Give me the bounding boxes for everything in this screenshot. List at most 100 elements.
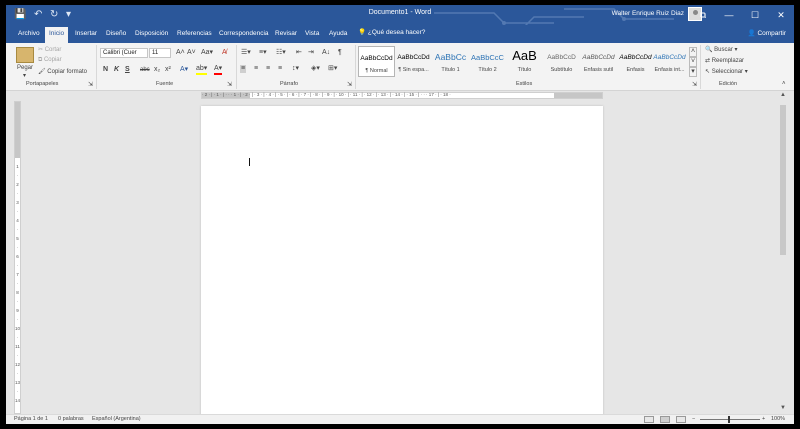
zoom-out-icon[interactable]: −	[692, 416, 695, 422]
tab-inicio[interactable]: Inicio	[45, 27, 69, 43]
zoom-slider-thumb[interactable]	[728, 416, 730, 423]
ruler-number: ·	[16, 263, 19, 268]
scroll-up-icon[interactable]: ▲	[779, 92, 787, 100]
align-left-icon[interactable]: ≡	[240, 65, 247, 73]
style-name: Título	[517, 67, 532, 73]
font-color-icon[interactable]: A▾	[214, 65, 223, 75]
select-button[interactable]: ↖ Seleccionar ▾	[705, 68, 748, 75]
tab-insertar[interactable]: Insertar	[71, 28, 101, 43]
shading-icon[interactable]: ◈▾	[311, 65, 320, 73]
share-button[interactable]: 👤 Compartir	[748, 29, 786, 37]
borders-icon[interactable]: ⊞▾	[328, 65, 337, 73]
bold-button[interactable]: N	[103, 66, 108, 74]
italic-button[interactable]: K	[114, 66, 119, 74]
find-button[interactable]: 🔍 Buscar ▾	[705, 46, 738, 53]
status-bar: Página 1 de 1 0 palabras Español (Argent…	[6, 414, 794, 424]
scrollbar-thumb[interactable]	[780, 105, 786, 255]
align-right-icon[interactable]: ≡	[266, 65, 270, 73]
format-painter-button[interactable]: 🖌 Copiar formato	[38, 68, 87, 75]
language-indicator[interactable]: Español (Argentina)	[92, 416, 141, 422]
title-bar: 💾 ↶ ↻ ▾ Documento1 - Word Walter Enrique…	[6, 5, 794, 28]
paste-dropdown-icon[interactable]: ▾	[23, 72, 26, 79]
shrink-font-icon[interactable]: A˅	[187, 49, 196, 57]
style-emphasis[interactable]: AaBbCcDd Énfasis	[617, 46, 654, 77]
justify-icon[interactable]: ≡	[278, 65, 282, 73]
styles-scroll-up-icon[interactable]: ˄	[689, 47, 697, 57]
horizontal-ruler[interactable]: · 2 · | · 1 · | · · · 1 · | · 2 · | · 3 …	[201, 92, 603, 99]
highlight-color-icon[interactable]: ab▾	[196, 65, 208, 75]
paste-button[interactable]: Pegar	[17, 65, 33, 71]
strikethrough-button[interactable]: abc	[140, 66, 150, 74]
vertical-ruler[interactable]: 1 · 2 · 3 · 4 · 5 · 6 · 7 · 8 · 9 · 10 ·…	[14, 101, 21, 414]
styles-launcher-icon[interactable]: ⇲	[692, 81, 697, 88]
clipboard-launcher-icon[interactable]: ⇲	[88, 81, 93, 88]
read-mode-button[interactable]	[644, 416, 654, 423]
print-layout-button[interactable]	[660, 416, 670, 423]
change-case-icon[interactable]: Aa▾	[201, 49, 213, 57]
collapse-ribbon-icon[interactable]: ˄	[782, 81, 786, 87]
web-layout-button[interactable]	[676, 416, 686, 423]
styles-more-icon[interactable]: ▾	[689, 67, 697, 77]
tab-referencias[interactable]: Referencias	[173, 28, 216, 43]
ribbon-display-options-button[interactable]: ⧉	[690, 5, 716, 25]
scroll-down-icon[interactable]: ▼	[779, 405, 787, 413]
style-intense-emphasis[interactable]: AaBbCcDd Énfasis int...	[651, 46, 688, 77]
style-subtitle[interactable]: AaBbCcD Subtítulo	[543, 46, 580, 77]
tab-vista[interactable]: Vista	[301, 28, 323, 43]
grow-font-icon[interactable]: A˄	[176, 49, 185, 57]
page-count[interactable]: Página 1 de 1	[14, 416, 48, 422]
cut-button[interactable]: ✂ Cortar	[38, 46, 61, 53]
bullets-icon[interactable]: ☰▾	[241, 49, 251, 57]
vertical-scrollbar[interactable]: ▲ ▼	[778, 91, 788, 414]
font-launcher-icon[interactable]: ⇲	[227, 81, 232, 88]
ruler-number: ·	[16, 191, 19, 196]
text-effects-icon[interactable]: A▾	[180, 66, 188, 74]
tab-correspondencia[interactable]: Correspondencia	[215, 28, 273, 43]
tell-me-search[interactable]: 💡 ¿Qué desea hacer?	[358, 28, 425, 36]
paste-icon[interactable]	[16, 47, 34, 63]
minimize-button[interactable]: —	[716, 5, 742, 25]
font-size-combo[interactable]: 11	[149, 48, 171, 58]
tab-diseno[interactable]: Diseño	[102, 28, 130, 43]
close-button[interactable]: ✕	[768, 5, 794, 25]
document-page[interactable]	[201, 106, 603, 416]
user-name[interactable]: Walter Enrique Ruiz Diaz	[612, 10, 684, 17]
zoom-in-icon[interactable]: +	[762, 416, 765, 422]
subscript-button[interactable]: x₂	[154, 66, 160, 74]
tab-ayuda[interactable]: Ayuda	[325, 28, 351, 43]
style-heading-2[interactable]: AaBbCcC Título 2	[469, 46, 506, 77]
tab-disposicion[interactable]: Disposición	[131, 28, 172, 43]
superscript-button[interactable]: x²	[165, 66, 171, 74]
line-spacing-icon[interactable]: ↕▾	[292, 65, 299, 73]
style-subtle-emphasis[interactable]: AaBbCcDd Énfasis sutil	[580, 46, 617, 77]
ruler-number: 5	[16, 236, 19, 241]
zoom-slider[interactable]	[700, 419, 760, 420]
multilevel-list-icon[interactable]: ☷▾	[276, 49, 286, 57]
word-count[interactable]: 0 palabras	[58, 416, 84, 422]
maximize-button[interactable]: ☐	[742, 5, 768, 25]
sort-icon[interactable]: A↓	[322, 49, 330, 57]
style-sample: AaBbCcDd	[360, 55, 393, 62]
show-formatting-icon[interactable]: ¶	[338, 49, 342, 57]
replace-button[interactable]: ⇄ Reemplazar	[705, 57, 744, 64]
style-normal[interactable]: AaBbCcDd ¶ Normal	[358, 46, 395, 77]
styles-scroll-down-icon[interactable]: ˅	[689, 57, 697, 67]
font-name-combo[interactable]: Calibri (Cuer	[100, 48, 148, 58]
style-sample: AaBbCcDd	[582, 54, 615, 61]
ruler-number: ·	[16, 371, 19, 376]
zoom-level[interactable]: 100%	[771, 416, 785, 422]
tab-archivo[interactable]: Archivo	[14, 28, 44, 43]
style-title[interactable]: AaB Título	[506, 46, 543, 77]
underline-button[interactable]: S	[125, 66, 130, 74]
increase-indent-icon[interactable]: ⇥	[308, 49, 314, 57]
copy-button[interactable]: ⧉ Copiar	[38, 57, 62, 64]
numbering-icon[interactable]: ≡▾	[259, 49, 267, 57]
style-heading-1[interactable]: AaBbCc Título 1	[432, 46, 469, 77]
clear-formatting-icon[interactable]: A̸	[222, 49, 227, 57]
align-center-icon[interactable]: ≡	[254, 65, 258, 73]
copy-label: Copiar	[43, 57, 62, 63]
decrease-indent-icon[interactable]: ⇤	[296, 49, 302, 57]
paragraph-launcher-icon[interactable]: ⇲	[347, 81, 352, 88]
tab-revisar[interactable]: Revisar	[271, 28, 301, 43]
style-no-spacing[interactable]: AaBbCcDd ¶ Sin espa...	[395, 46, 432, 77]
